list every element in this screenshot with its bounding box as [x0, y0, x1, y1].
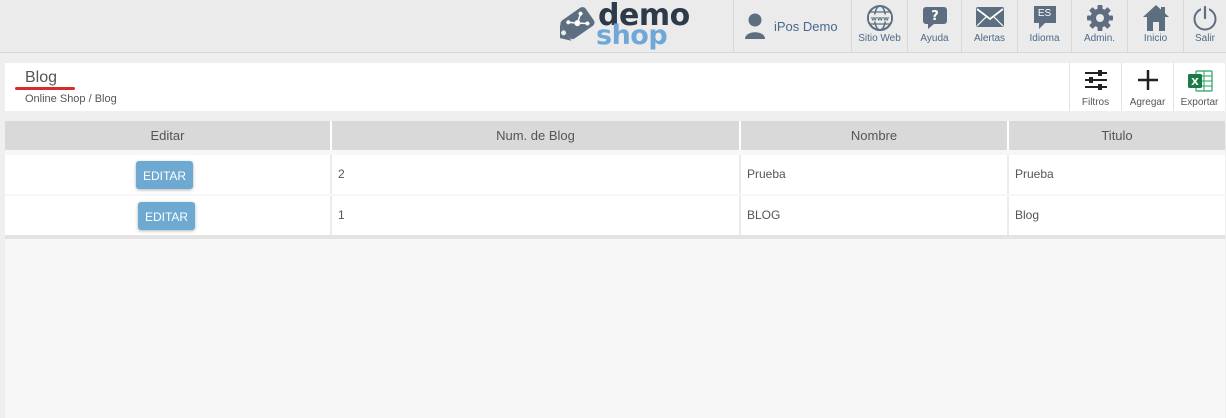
svg-text:X: X: [1191, 77, 1199, 88]
nav-idioma[interactable]: ES Idioma: [1017, 0, 1071, 52]
table-row[interactable]: EDITAR 2 Prueba Prueba: [5, 155, 1225, 194]
nav-ayuda[interactable]: ? Ayuda: [907, 0, 961, 52]
table-bottom-divider: [5, 235, 1225, 239]
column-header-nombre[interactable]: Nombre: [739, 121, 1007, 150]
blog-table: Editar Num. de Blog Nombre Titulo EDITAR…: [5, 121, 1225, 418]
nav-label: Salir: [1194, 33, 1215, 44]
home-icon: [1142, 5, 1169, 31]
nav-label: Ayuda: [920, 33, 949, 44]
page-title: Blog: [25, 69, 58, 86]
table-row[interactable]: EDITAR 1 BLOG Blog: [5, 196, 1225, 235]
nav-label: Inicio: [1143, 33, 1168, 44]
tool-label: Filtros: [1081, 97, 1110, 108]
exportar-button[interactable]: X Exportar: [1173, 63, 1225, 111]
agregar-button[interactable]: Agregar: [1121, 63, 1173, 111]
svg-text:?: ?: [931, 9, 939, 24]
edit-cell: EDITAR: [5, 196, 330, 235]
nav-admin[interactable]: Admin.: [1071, 0, 1127, 52]
tool-label: Agregar: [1129, 97, 1166, 108]
column-header-num[interactable]: Num. de Blog: [330, 121, 739, 150]
num-cell: 1: [330, 196, 739, 235]
breadcrumb: Online Shop / Blog: [25, 93, 117, 105]
tag-logo-icon: [560, 7, 595, 41]
svg-text:www: www: [870, 15, 888, 23]
column-header-titulo[interactable]: Titulo: [1007, 121, 1225, 150]
power-icon: [1193, 5, 1217, 31]
plus-icon: [1137, 70, 1158, 90]
top-bar: demo shop iPos Demo www Sitio Web ? Ayud…: [0, 0, 1226, 53]
titulo-cell: Blog: [1007, 196, 1225, 235]
edit-button[interactable]: EDITAR: [136, 161, 193, 189]
page-header: Blog Online Shop / Blog Filtros Agregar: [5, 63, 1225, 111]
filtros-button[interactable]: Filtros: [1069, 63, 1121, 111]
num-cell: 2: [330, 155, 739, 194]
gear-icon: [1086, 5, 1113, 31]
user-menu[interactable]: iPos Demo: [733, 0, 852, 52]
titulo-cell: Prueba: [1007, 155, 1225, 194]
envelope-icon: [975, 7, 1004, 27]
demo-shop-logo[interactable]: demo shop: [560, 0, 690, 51]
sliders-icon: [1084, 70, 1107, 90]
edit-cell: EDITAR: [5, 155, 330, 194]
nav-label: Idioma: [1029, 33, 1060, 44]
nav-salir[interactable]: Salir: [1183, 0, 1226, 52]
nav-label: Admin.: [1083, 33, 1116, 44]
nombre-cell: BLOG: [739, 196, 1007, 235]
edit-button[interactable]: EDITAR: [138, 202, 195, 230]
nombre-cell: Prueba: [739, 155, 1007, 194]
nav-sitio-web[interactable]: www Sitio Web: [851, 0, 907, 52]
help-icon: ?: [922, 7, 947, 29]
nav-inicio[interactable]: Inicio: [1127, 0, 1183, 52]
tool-label: Exportar: [1180, 97, 1219, 108]
language-badge: ES: [1037, 8, 1052, 19]
globe-icon: www: [866, 5, 893, 31]
user-name: iPos Demo: [774, 18, 838, 34]
column-header-editar[interactable]: Editar: [5, 121, 330, 150]
title-underline: [15, 87, 75, 90]
nav-label: Alertas: [973, 33, 1006, 44]
excel-icon: X: [1187, 70, 1213, 92]
logo-text-shop: shop: [596, 20, 668, 51]
user-icon: [745, 13, 765, 39]
nav-alertas[interactable]: Alertas: [961, 0, 1017, 52]
table-header: Editar Num. de Blog Nombre Titulo: [5, 121, 1225, 150]
nav-label: Sitio Web: [858, 33, 901, 44]
